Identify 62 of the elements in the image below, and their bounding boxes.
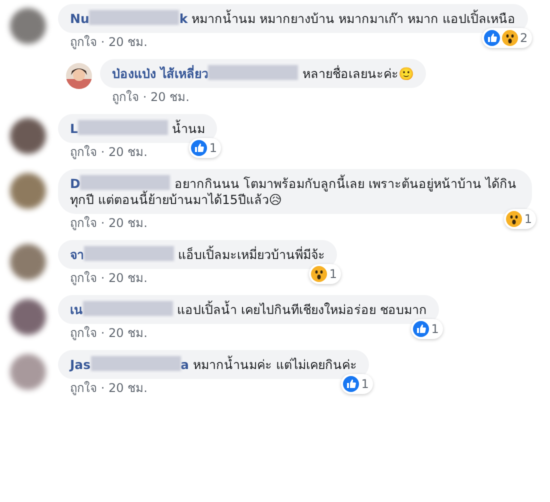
- reaction-count: 1: [329, 266, 337, 282]
- reaction-count: 1: [209, 140, 217, 156]
- comment-time[interactable]: 20 ชม.: [108, 216, 148, 230]
- like-link[interactable]: ถูกใจ: [70, 271, 97, 285]
- avatar[interactable]: [10, 118, 46, 154]
- like-link[interactable]: ถูกใจ: [70, 35, 97, 49]
- reaction-badge[interactable]: 1: [309, 264, 341, 284]
- separator-dot: ·: [100, 35, 105, 49]
- reaction-count: 2: [520, 30, 528, 46]
- comment-text: ป่องแป่ง ไส้เหลี่ยว หลายชื่อเลยนะค่ะ🙂: [112, 65, 414, 82]
- like-link[interactable]: ถูกใจ: [70, 216, 97, 230]
- comment-time[interactable]: 20 ชม.: [108, 326, 148, 340]
- separator-dot: ·: [142, 90, 147, 104]
- reaction-badge[interactable]: 2: [482, 28, 532, 48]
- commenter-name[interactable]: k: [179, 11, 188, 26]
- comment-time[interactable]: 20 ชม.: [108, 381, 148, 395]
- avatar[interactable]: [10, 173, 46, 209]
- comment-text: Jas a หมากน้ำนมค่ะ แต่ไม่เคยกินค่ะ: [70, 356, 357, 373]
- comment-text: L น้ำนม: [70, 120, 205, 137]
- separator-dot: ·: [100, 381, 105, 395]
- surprised-emoji-icon: [502, 30, 518, 46]
- avatar[interactable]: [10, 354, 46, 390]
- comment-text: D อยากกินนน โตมาพร้อมกับลูกนี้เลย เพราะต้นอยู่หน้าบ้าน ได้กินทุกปี แต่ตอนนี้ย้ายบ้านมาได้15ปีแล้ว😥: [70, 175, 518, 208]
- separator-dot: ·: [100, 271, 105, 285]
- commenter-name[interactable]: D: [70, 176, 80, 191]
- separator-dot: ·: [100, 326, 105, 340]
- comment-time[interactable]: 20 ชม.: [108, 35, 148, 49]
- like-icon: [343, 376, 360, 392]
- comment-text: Nu k หมากน้ำนม หมากยางบ้าน หมากมาเก๊า หมาก แอปเปิ้ลเหนือ: [70, 10, 516, 27]
- separator-dot: ·: [100, 145, 105, 159]
- commenter-name[interactable]: จา: [70, 247, 84, 262]
- reaction-badge[interactable]: 1: [411, 319, 443, 339]
- reaction-badge[interactable]: 1: [341, 374, 373, 394]
- like-icon: [413, 321, 430, 337]
- surprised-emoji-icon: [311, 266, 328, 282]
- like-link[interactable]: ถูกใจ: [112, 90, 139, 104]
- separator-dot: ·: [100, 216, 105, 230]
- like-icon: [191, 140, 208, 156]
- reaction-badge[interactable]: 1: [189, 138, 221, 158]
- comment-text: จา แอ็บเปิ้ลมะเหมี่ยวบ้านพี่มีจ้ะ: [70, 246, 325, 263]
- comment-text: เน แอปเปิ้ลน้ำ เคยไปกินทีเชียงใหม่อร่อย ชอบมาก: [70, 301, 427, 318]
- commenter-name[interactable]: L: [70, 121, 78, 136]
- comment-time[interactable]: 20 ชม.: [108, 145, 148, 159]
- surprised-emoji-icon: [506, 211, 522, 227]
- reaction-count: 1: [361, 376, 369, 392]
- reaction-count: 1: [524, 211, 532, 227]
- like-link[interactable]: ถูกใจ: [70, 145, 97, 159]
- avatar[interactable]: [10, 8, 46, 44]
- like-link[interactable]: ถูกใจ: [70, 381, 97, 395]
- reaction-badge[interactable]: 1: [504, 209, 536, 229]
- commenter-name[interactable]: ป่องแป่ง ไส้เหลี่ยว: [112, 66, 208, 81]
- like-icon: [484, 30, 500, 46]
- reaction-count: 1: [431, 321, 439, 337]
- avatar[interactable]: [10, 244, 46, 280]
- avatar[interactable]: [10, 299, 46, 335]
- commenter-name[interactable]: เน: [70, 302, 83, 317]
- commenter-name[interactable]: Nu: [70, 11, 90, 26]
- commenter-name[interactable]: Jas: [70, 357, 91, 372]
- comment-time[interactable]: 20 ชม.: [108, 271, 148, 285]
- commenter-name[interactable]: a: [180, 357, 189, 372]
- comment-time[interactable]: 20 ชม.: [150, 90, 190, 104]
- like-link[interactable]: ถูกใจ: [70, 326, 97, 340]
